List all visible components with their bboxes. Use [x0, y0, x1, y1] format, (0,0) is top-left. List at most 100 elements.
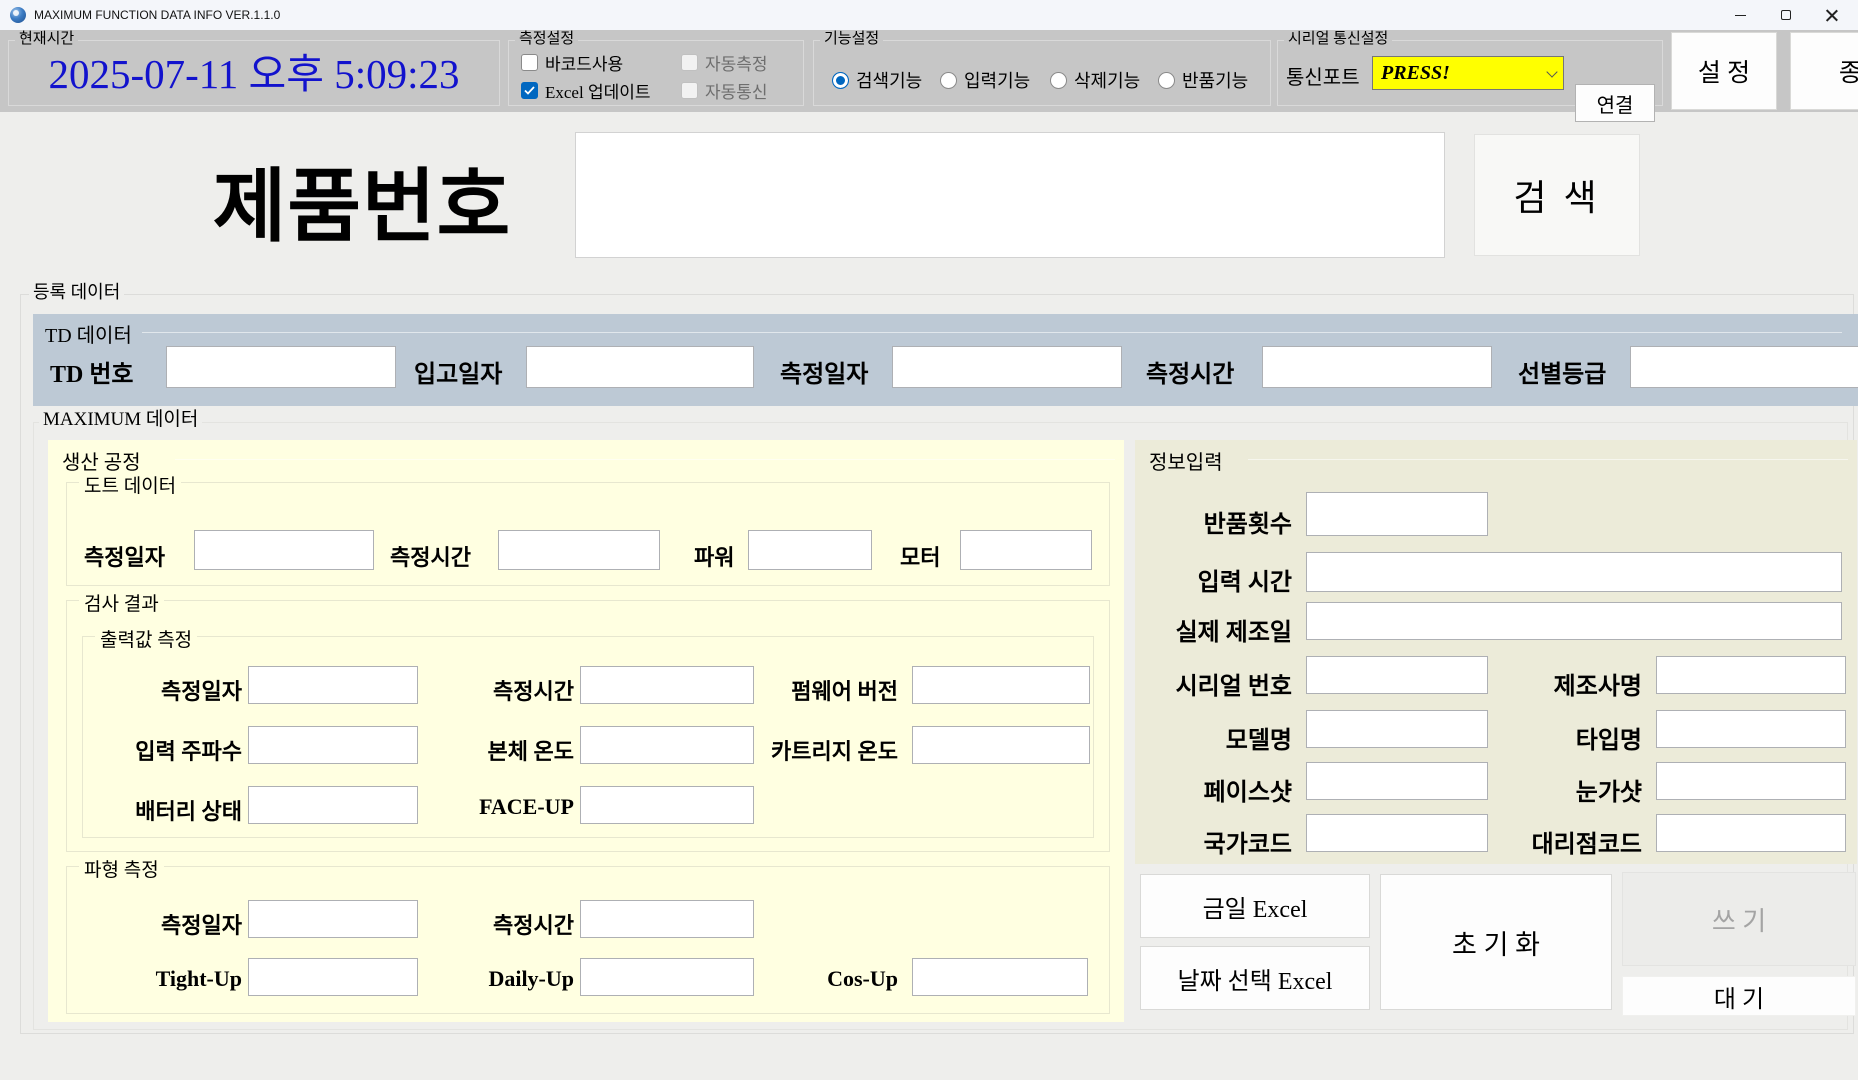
dealer-code-label: 대리점코드	[1488, 824, 1642, 859]
settings-button[interactable]: 설 정	[1671, 32, 1777, 110]
radio-search-function[interactable]: 검색기능	[832, 67, 922, 93]
cartridge-temp-input[interactable]	[912, 726, 1090, 764]
battery-status-input[interactable]	[248, 786, 418, 824]
maximize-button[interactable]	[1763, 0, 1809, 30]
measure-settings-caption: 측정설정	[515, 30, 578, 48]
inspection-result-caption: 검사 결과	[79, 589, 164, 616]
current-time-value: 2025-07-11 오후 5:09:23	[9, 41, 499, 105]
td-measure-date-label: 측정일자	[780, 354, 868, 389]
production-caption-line	[175, 459, 1115, 460]
body-temp-label: 본체 온도	[440, 734, 574, 766]
wait-button[interactable]: 대 기	[1622, 976, 1856, 1016]
product-number-input[interactable]	[575, 132, 1445, 258]
current-time-group: 현재시간 2025-07-11 오후 5:09:23	[8, 40, 500, 106]
comm-port-label: 통신포트	[1286, 61, 1360, 90]
country-code-input[interactable]	[1306, 814, 1488, 852]
today-excel-button[interactable]: 금일 Excel	[1140, 874, 1370, 938]
motor-label: 모터	[900, 540, 940, 572]
output-measure-caption: 출력값 측정	[95, 625, 197, 652]
daily-up-label: Daily-Up	[440, 966, 574, 992]
function-settings-group: 기능설정 검색기능 입력기능 삭제기능 반품기능	[813, 40, 1271, 106]
motor-input[interactable]	[960, 530, 1092, 570]
type-name-input[interactable]	[1656, 710, 1846, 748]
model-name-input[interactable]	[1306, 710, 1488, 748]
register-data-caption: 등록 데이터	[29, 283, 124, 301]
body-temp-input[interactable]	[580, 726, 754, 764]
power-input[interactable]	[748, 530, 872, 570]
checkbox-label: 자동통신	[705, 78, 768, 103]
daily-up-input[interactable]	[580, 958, 754, 996]
comm-port-combobox[interactable]: PRESS!	[1372, 56, 1564, 90]
checkbox-icon	[681, 54, 698, 71]
incoming-date-input[interactable]	[526, 346, 754, 388]
firmware-version-input[interactable]	[912, 666, 1090, 704]
checkbox-label: Excel 업데이트	[545, 78, 651, 103]
wave-measure-date-input[interactable]	[248, 900, 418, 938]
td-data-caption: TD 데이터	[45, 319, 132, 348]
return-count-input[interactable]	[1306, 492, 1488, 536]
face-up-input[interactable]	[580, 786, 754, 824]
search-button[interactable]: 검 색	[1474, 134, 1640, 256]
dealer-code-input[interactable]	[1656, 814, 1846, 852]
sorting-grade-input[interactable]	[1630, 346, 1858, 388]
output-measure-date-input[interactable]	[248, 666, 418, 704]
radio-return-function[interactable]: 반품기능	[1158, 67, 1248, 93]
waveform-measure-caption: 파형 측정	[79, 855, 164, 882]
checkbox-icon	[681, 82, 698, 99]
input-time-label: 입력 시간	[1150, 562, 1292, 597]
checkbox-excel-update[interactable]: Excel 업데이트	[521, 78, 651, 103]
manufacturer-input[interactable]	[1656, 656, 1846, 694]
close-button[interactable]	[1809, 0, 1855, 30]
radio-label: 반품기능	[1182, 67, 1248, 93]
actual-mfg-date-input[interactable]	[1306, 602, 1842, 640]
radio-icon	[940, 72, 957, 89]
cartridge-temp-label: 카트리지 온도	[740, 734, 898, 766]
td-number-input[interactable]	[166, 346, 396, 388]
td-caption-line	[142, 332, 1842, 333]
wave-measure-date-label: 측정일자	[100, 908, 242, 940]
product-number-label: 제품번호	[190, 142, 534, 258]
battery-status-label: 배터리 상태	[100, 794, 242, 826]
face-shot-input[interactable]	[1306, 762, 1488, 800]
radio-delete-function[interactable]: 삭제기능	[1050, 67, 1140, 93]
settings-strip: 현재시간 2025-07-11 오후 5:09:23 측정설정 바코드사용 Ex…	[0, 30, 1858, 112]
input-frequency-input[interactable]	[248, 726, 418, 764]
face-up-label: FACE-UP	[440, 794, 574, 820]
date-select-excel-button[interactable]: 날짜 선택 Excel	[1140, 946, 1370, 1010]
td-measure-date-input[interactable]	[892, 346, 1122, 388]
checkbox-icon	[521, 54, 538, 71]
exit-button[interactable]: 종 료	[1790, 32, 1858, 110]
checkbox-auto-comm: 자동통신	[681, 78, 768, 103]
tight-up-input[interactable]	[248, 958, 418, 996]
reset-button[interactable]: 초 기 화	[1380, 874, 1612, 1010]
info-input-caption: 정보입력	[1149, 446, 1223, 475]
dot-measure-date-input[interactable]	[194, 530, 374, 570]
output-measure-time-input[interactable]	[580, 666, 754, 704]
checkbox-barcode-use[interactable]: 바코드사용	[521, 50, 623, 75]
dot-measure-date-label: 측정일자	[84, 540, 165, 572]
eye-shot-input[interactable]	[1656, 762, 1846, 800]
serial-number-input[interactable]	[1306, 656, 1488, 694]
face-shot-label: 페이스샷	[1150, 772, 1292, 807]
manufacturer-label: 제조사명	[1500, 666, 1642, 701]
radio-input-function[interactable]: 입력기능	[940, 67, 1030, 93]
td-number-label: TD 번호	[50, 354, 134, 389]
cos-up-label: Cos-Up	[756, 966, 898, 992]
wave-measure-time-label: 측정시간	[440, 908, 574, 940]
actual-mfg-date-label: 실제 제조일	[1136, 612, 1292, 647]
minimize-button[interactable]	[1717, 0, 1763, 30]
cos-up-input[interactable]	[912, 958, 1088, 996]
checkbox-label: 바코드사용	[545, 50, 623, 75]
checkbox-auto-measure: 자동측정	[681, 50, 768, 75]
dot-data-caption: 도트 데이터	[79, 471, 181, 498]
input-time-input[interactable]	[1306, 552, 1842, 592]
radio-icon	[1050, 72, 1067, 89]
serial-settings-caption: 시리얼 통신설정	[1284, 30, 1392, 48]
td-measure-time-input[interactable]	[1262, 346, 1492, 388]
model-name-label: 모델명	[1150, 720, 1292, 755]
connect-button[interactable]: 연결	[1575, 84, 1655, 122]
tight-up-label: Tight-Up	[100, 966, 242, 992]
incoming-date-label: 입고일자	[414, 354, 502, 389]
wave-measure-time-input[interactable]	[580, 900, 754, 938]
dot-measure-time-input[interactable]	[498, 530, 660, 570]
